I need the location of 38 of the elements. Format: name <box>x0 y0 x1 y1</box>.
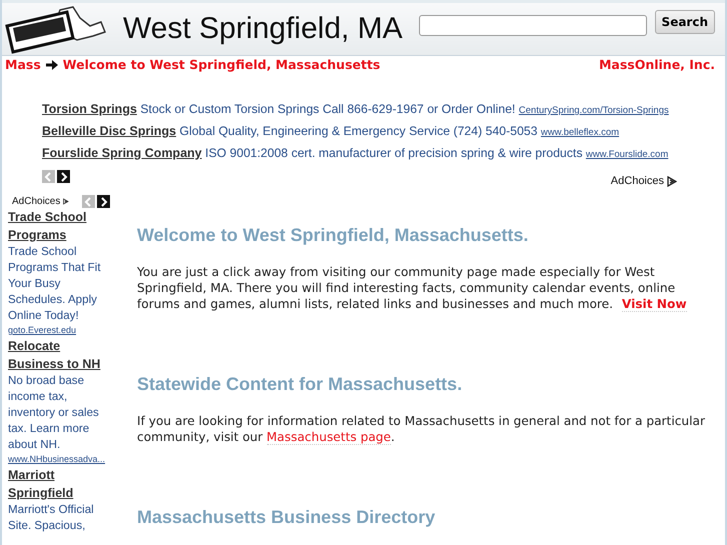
section-heading: Statewide Content for Massachusetts. <box>137 374 464 395</box>
page-title: West Springfield, MA <box>123 12 404 46</box>
ad-title-link[interactable]: Torsion Springs <box>42 102 137 116</box>
ad-text: No broad base income tax, inventory or sales tax. Learn more about NH. <box>8 373 100 453</box>
ad-title-link[interactable]: Marriott Springfield <box>8 466 112 502</box>
breadcrumb-link[interactable]: Mass <box>5 57 41 72</box>
ad-text: Global Quality, Engineering & Emergency Service (724) 540-5053 <box>180 124 538 138</box>
ad-url-link[interactable]: CenturySpring.com/Torsion-Springs <box>518 105 669 116</box>
ad-url-link[interactable]: www.NHbusinessadva... <box>8 453 112 466</box>
ad-text: Stock or Custom Torsion Springs Call 866-629-1967 or Order Online! <box>140 102 516 116</box>
breadcrumb-link[interactable]: Welcome to West Springfield, Massachusetts <box>62 57 380 72</box>
ad-text: Marriott's Official Site. Spacious, <box>8 502 95 534</box>
logo[interactable] <box>5 4 107 54</box>
ad-title-link[interactable]: Relocate Business to NH <box>8 337 112 373</box>
adchoices-label[interactable]: AdChoices <box>610 175 664 187</box>
ad-url-link[interactable]: www.belleflex.com <box>540 127 620 138</box>
ad-url-link[interactable]: www.Fourslide.com <box>586 149 668 160</box>
ad-text: Trade School Programs That Fit Your Busy Schedules. Apply Online Today! <box>8 244 102 324</box>
section-heading: Welcome to West Springfield, Massachusetts. <box>137 225 530 246</box>
arrow-icon <box>46 60 58 70</box>
section-text: If you are looking for information related to Massachusetts in general and not for a particular community, visit our Massachusetts page. <box>137 413 706 445</box>
next-button[interactable] <box>97 195 110 208</box>
ad-url-link[interactable]: goto.Everest.edu <box>8 324 112 337</box>
adchoices-icon[interactable] <box>667 176 677 186</box>
ad-text: ISO 9001:2008 cert. manufacturer of precision spring & wire products <box>205 146 582 160</box>
ad-title-link[interactable]: Belleville Disc Springs <box>42 124 176 138</box>
search-field[interactable] <box>418 14 647 36</box>
search-button[interactable]: Search <box>654 10 715 34</box>
adchoices-label[interactable]: AdChoices <box>12 196 60 207</box>
adchoices-icon[interactable] <box>63 196 69 207</box>
ad-title-link[interactable]: Trade School Programs <box>8 208 112 244</box>
section-heading: Massachusetts Business Directory <box>137 507 436 528</box>
publisher-link[interactable]: MassOnline, Inc. <box>598 57 715 72</box>
section-text: You are just a click away from visiting our community page made especially for West Springfield, MA. There you will find interesting facts, community calendar events, online forums and games, alumni lists, related links and businesses and much more. Visit Now <box>137 264 688 312</box>
visit-now-link[interactable]: Visit Now <box>622 297 687 312</box>
next-button[interactable] <box>57 170 70 183</box>
state-page-link[interactable]: Massachusetts page <box>266 430 391 445</box>
ad-title-link[interactable]: Fourslide Spring Company <box>42 146 202 160</box>
